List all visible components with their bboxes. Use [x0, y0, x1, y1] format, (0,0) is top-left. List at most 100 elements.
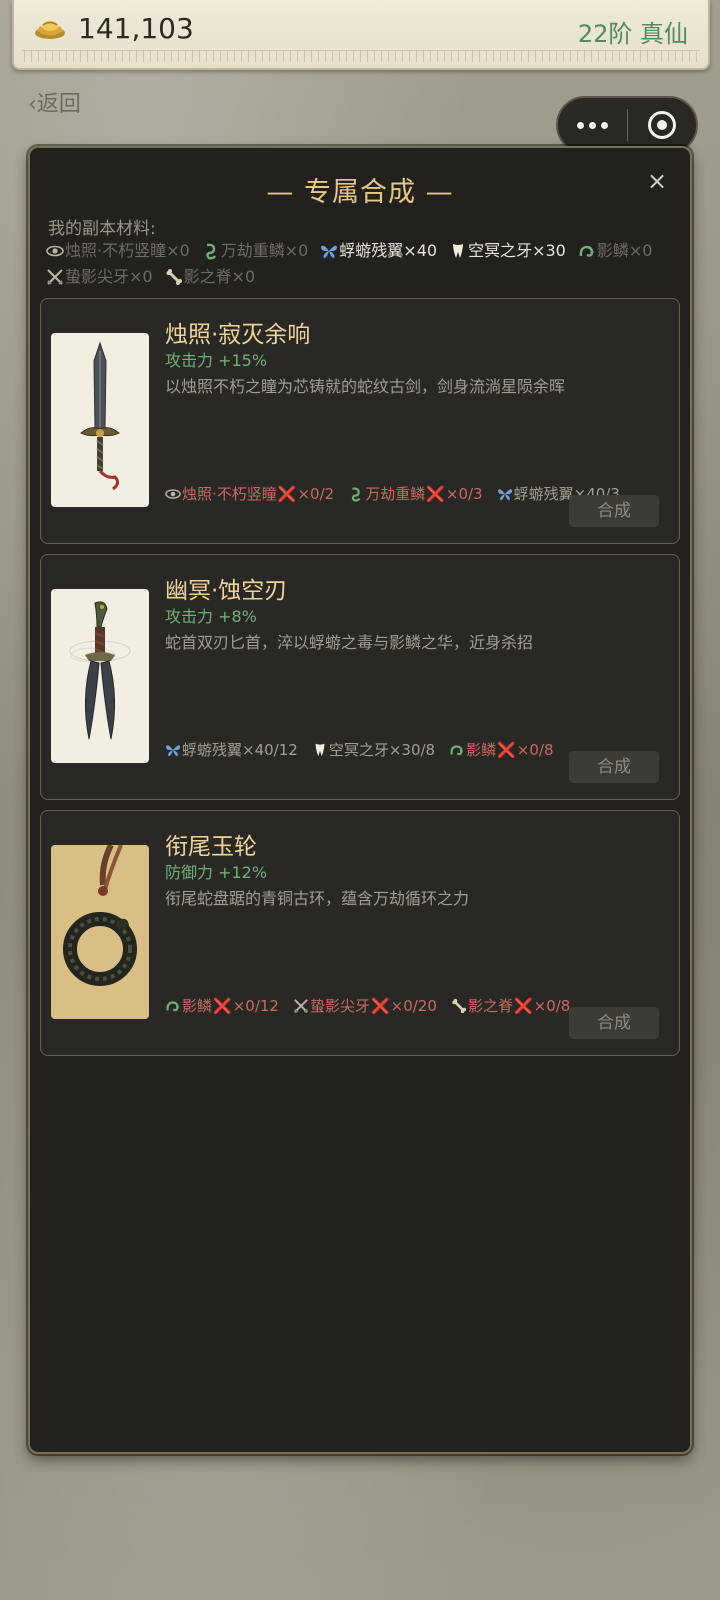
- close-miniprogram-button[interactable]: [628, 111, 697, 139]
- craft-button[interactable]: 合成: [569, 495, 659, 527]
- material-label: 万劫重鳞×0: [220, 241, 309, 260]
- ouroboros-ring-image: [51, 845, 149, 1019]
- crossed-blades-icon: [293, 998, 309, 1014]
- requirement-count: ×0/20: [390, 996, 437, 1015]
- recipe-name: 幽冥·蚀空刃: [165, 578, 288, 604]
- material-item: 蜉蝣残翼×40: [320, 240, 437, 262]
- requirement-name: 影鳞: [466, 741, 497, 759]
- recipe-card: 烛照·寂灭余响 攻击力 +15% 以烛照不朽之瞳为芯铸就的蛇纹古剑，剑身流淌星陨…: [40, 298, 680, 544]
- material-label: 影鳞×0: [596, 241, 653, 260]
- requirement-count: ×0/2: [297, 484, 335, 503]
- material-label: 蜉蝣残翼×40: [339, 241, 438, 260]
- requirement-name: 万劫重鳞: [365, 485, 426, 503]
- material-item: 影之脊×0: [165, 266, 256, 288]
- recipe-card: 衔尾玉轮 防御力 +12% 衔尾蛇盘踞的青铜古环，蕴含万劫循环之力 影鳞 ❌ ×0/…: [40, 810, 680, 1056]
- fret-border: [22, 50, 700, 62]
- missing-mark-icon: ❌: [497, 740, 516, 759]
- butterfly-icon: [165, 742, 181, 758]
- recipe-description: 蛇首双刃匕首，淬以蜉蝣之毒与影鳞之华，近身杀招: [165, 633, 534, 652]
- requirement-name: 烛照·不朽竖瞳: [182, 485, 277, 503]
- requirements: 影鳞 ❌ ×0/12 蛰影尖牙 ❌ ×0/20 影之脊 ❌ ×0/8: [165, 995, 570, 1016]
- materials-label: 我的副本材料:: [48, 219, 156, 239]
- missing-mark-icon: ❌: [370, 996, 390, 1015]
- requirement-name: 蜉蝣残翼: [513, 485, 574, 503]
- missing-mark-icon: ❌: [513, 996, 533, 1015]
- back-label: 返回: [36, 92, 81, 117]
- snake-icon: [449, 742, 465, 758]
- requirement-count: ×30/8: [388, 740, 436, 759]
- missing-mark-icon: ❌: [426, 484, 445, 503]
- dagger-image: [51, 589, 149, 763]
- material-item: 蛰影尖牙×0: [46, 266, 153, 288]
- fang-icon: [449, 242, 467, 260]
- requirement-item: 影鳞 ❌ ×0/8: [449, 739, 554, 760]
- requirement-name: 影之脊: [467, 997, 513, 1015]
- chevron-left-icon: ‹: [28, 92, 37, 117]
- close-button[interactable]: ×: [642, 166, 672, 196]
- recipe-name: 衔尾玉轮: [165, 834, 257, 860]
- recipe-description: 以烛照不朽之瞳为芯铸就的蛇纹古剑，剑身流淌星陨余晖: [165, 377, 566, 396]
- recipe-stat: 攻击力 +15%: [165, 351, 268, 370]
- materials-list: 烛照·不朽竖瞳×0 万劫重鳞×0 蜉蝣残翼×40 空冥之牙×30 影鳞×0 蛰影尖牙×0 影…: [46, 240, 676, 288]
- recipe-stat: 攻击力 +8%: [165, 607, 257, 626]
- material-label: 空冥之牙×30: [468, 241, 566, 260]
- eye-icon: [46, 242, 64, 260]
- material-label: 烛照·不朽竖瞳×0: [65, 241, 190, 260]
- requirement-item: 蜉蝣残翼 ×40/12: [165, 739, 298, 760]
- recipe-description: 衔尾蛇盘踞的青铜古环，蕴含万劫循环之力: [165, 889, 470, 908]
- requirement-count: ×0/12: [232, 996, 279, 1015]
- currency-bar: 141,103 22阶 真仙: [12, 0, 710, 70]
- requirement-item: 蛰影尖牙 ❌ ×0/20: [293, 995, 437, 1016]
- requirement-count: ×40/12: [242, 740, 298, 759]
- requirements: 蜉蝣残翼 ×40/12 空冥之牙 ×30/8 影鳞 ❌ ×0/8: [165, 739, 554, 760]
- back-button[interactable]: ‹返回: [28, 86, 81, 118]
- bone-icon: [165, 268, 183, 286]
- cultivation-rank: 22阶 真仙: [577, 20, 688, 48]
- fang-icon: [312, 742, 328, 758]
- currency-amount: 141,103: [78, 12, 194, 45]
- requirement-item: 影鳞 ❌ ×0/12: [165, 995, 279, 1016]
- requirement-count: ×0/3: [445, 484, 483, 503]
- requirement-name: 影鳞: [182, 997, 213, 1015]
- recipe-name: 烛照·寂灭余响: [165, 322, 311, 348]
- craft-button[interactable]: 合成: [569, 1007, 659, 1039]
- eye-icon: [165, 486, 181, 502]
- snake-icon: [578, 242, 596, 260]
- recipe-stat: 防御力 +12%: [165, 863, 268, 882]
- material-item: 影鳞×0: [578, 240, 653, 262]
- requirement-name: 蛰影尖牙: [309, 997, 370, 1015]
- butterfly-icon: [320, 242, 338, 260]
- material-label: 影之脊×0: [183, 267, 256, 286]
- material-label: 蛰影尖牙×0: [65, 267, 153, 286]
- requirement-item: 空冥之牙 ×30/8: [312, 739, 435, 760]
- requirement-name: 蜉蝣残翼: [182, 741, 243, 759]
- missing-mark-icon: ❌: [277, 484, 297, 503]
- modal-title: — 专属合成 —: [266, 177, 454, 208]
- requirement-count: ×0/8: [516, 740, 554, 759]
- snake-icon: [165, 998, 181, 1014]
- sword-image: [51, 333, 149, 507]
- material-item: 空冥之牙×30: [449, 240, 566, 262]
- material-item: 万劫重鳞×0: [202, 240, 309, 262]
- craft-button[interactable]: 合成: [569, 751, 659, 783]
- material-item: 烛照·不朽竖瞳×0: [46, 240, 190, 262]
- requirement-item: 万劫重鳞 ❌ ×0/3: [348, 483, 483, 504]
- gold-ingot-icon: [35, 21, 65, 39]
- more-options-button[interactable]: [558, 121, 627, 129]
- bone-icon: [451, 998, 467, 1014]
- more-dot-icon: [588, 121, 596, 129]
- more-dot-icon: [600, 121, 608, 129]
- requirement-item: 影之脊 ❌ ×0/8: [451, 995, 570, 1016]
- crossed-blades-icon: [46, 268, 64, 286]
- missing-mark-icon: ❌: [213, 996, 232, 1015]
- requirement-item: 烛照·不朽竖瞳 ❌ ×0/2: [165, 483, 334, 504]
- recipe-card: 幽冥·蚀空刃 攻击力 +8% 蛇首双刃匕首，淬以蜉蝣之毒与影鳞之华，近身杀招 蜉…: [40, 554, 680, 800]
- target-icon: [647, 111, 676, 139]
- serpent-coil-icon: [348, 486, 364, 502]
- requirement-name: 空冥之牙: [328, 741, 389, 759]
- butterfly-icon: [497, 486, 513, 502]
- exclusive-crafting-modal: — 专属合成 — × 我的副本材料: 烛照·不朽竖瞳×0 万劫重鳞×0 蜉蝣残翼×4…: [28, 146, 692, 1454]
- serpent-coil-icon: [202, 242, 220, 260]
- more-dot-icon: [576, 121, 584, 129]
- requirements: 烛照·不朽竖瞳 ❌ ×0/2 万劫重鳞 ❌ ×0/3 蜉蝣残翼 ×40/3: [165, 483, 620, 504]
